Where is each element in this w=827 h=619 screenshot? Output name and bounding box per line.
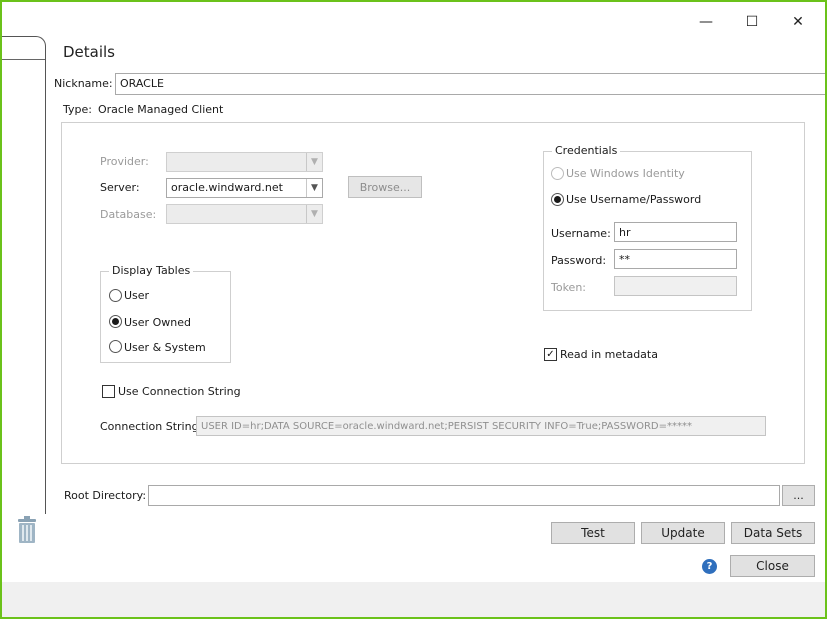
- update-button[interactable]: Update: [641, 522, 725, 544]
- chevron-down-icon: ▼: [306, 153, 322, 171]
- server-dropdown[interactable]: oracle.windward.net ▼: [166, 178, 323, 198]
- server-value: oracle.windward.net: [171, 181, 283, 194]
- nickname-label: Nickname:: [54, 77, 113, 90]
- username-input[interactable]: hr: [614, 222, 737, 242]
- connection-string-input[interactable]: USER ID=hr;DATA SOURCE=oracle.windward.n…: [196, 416, 766, 436]
- read-metadata-label: Read in metadata: [560, 348, 658, 361]
- maximize-button[interactable]: ☐: [732, 8, 772, 36]
- minimize-button[interactable]: —: [686, 8, 726, 36]
- data-sets-button[interactable]: Data Sets: [731, 522, 815, 544]
- token-label: Token:: [551, 281, 587, 294]
- provider-dropdown[interactable]: ▼: [166, 152, 323, 172]
- close-window-button[interactable]: ✕: [778, 8, 818, 36]
- trash-icon[interactable]: [16, 516, 38, 544]
- read-metadata-checkbox[interactable]: ✓: [544, 348, 557, 361]
- radio-username-password-label: Use Username/Password: [566, 193, 702, 206]
- password-input[interactable]: **: [614, 249, 737, 269]
- radio-user-owned[interactable]: [109, 315, 122, 328]
- list-divider: [2, 59, 45, 60]
- settings-frame: Provider: ▼ Server: oracle.windward.net …: [61, 122, 805, 464]
- provider-label: Provider:: [100, 155, 149, 168]
- radio-user-label: User: [124, 289, 150, 302]
- test-button[interactable]: Test: [551, 522, 635, 544]
- chevron-down-icon: ▼: [306, 205, 322, 223]
- radio-user-owned-label: User Owned: [124, 316, 191, 329]
- footer-bar: [2, 582, 825, 617]
- datasource-list-panel[interactable]: [2, 36, 46, 514]
- database-dropdown[interactable]: ▼: [166, 204, 323, 224]
- radio-user[interactable]: [109, 289, 122, 302]
- root-directory-browse-button[interactable]: ...: [782, 485, 815, 506]
- root-directory-label: Root Directory:: [64, 489, 147, 502]
- password-label: Password:: [551, 254, 607, 267]
- root-directory-input[interactable]: [148, 485, 780, 506]
- details-heading: Details: [63, 43, 116, 61]
- radio-user-system-label: User & System: [124, 341, 206, 354]
- credentials-legend: Credentials: [552, 144, 621, 157]
- type-label: Type:: [63, 103, 92, 116]
- chevron-down-icon: ▼: [306, 179, 322, 197]
- browse-server-button[interactable]: Browse...: [348, 176, 422, 198]
- use-connection-string-label: Use Connection String: [118, 385, 241, 398]
- type-value: Oracle Managed Client: [98, 103, 224, 116]
- display-tables-group: Display Tables User User Owned User & Sy…: [100, 264, 231, 363]
- server-label: Server:: [100, 181, 140, 194]
- display-tables-legend: Display Tables: [109, 264, 194, 277]
- close-button[interactable]: Close: [730, 555, 815, 577]
- username-label: Username:: [551, 227, 611, 240]
- database-label: Database:: [100, 208, 157, 221]
- credentials-group: Credentials Use Windows Identity Use Use…: [543, 144, 752, 311]
- connection-string-label: Connection String:: [100, 420, 203, 433]
- radio-user-system[interactable]: [109, 340, 122, 353]
- help-icon[interactable]: ?: [702, 559, 717, 574]
- details-window: — ☐ ✕ Details Nickname: ORACLE Type: Ora…: [0, 0, 827, 619]
- radio-username-password[interactable]: [551, 193, 564, 206]
- token-input[interactable]: [614, 276, 737, 296]
- nickname-input[interactable]: ORACLE: [115, 73, 825, 95]
- radio-windows-identity-label: Use Windows Identity: [566, 167, 685, 180]
- use-connection-string-checkbox[interactable]: [102, 385, 115, 398]
- radio-windows-identity[interactable]: [551, 167, 564, 180]
